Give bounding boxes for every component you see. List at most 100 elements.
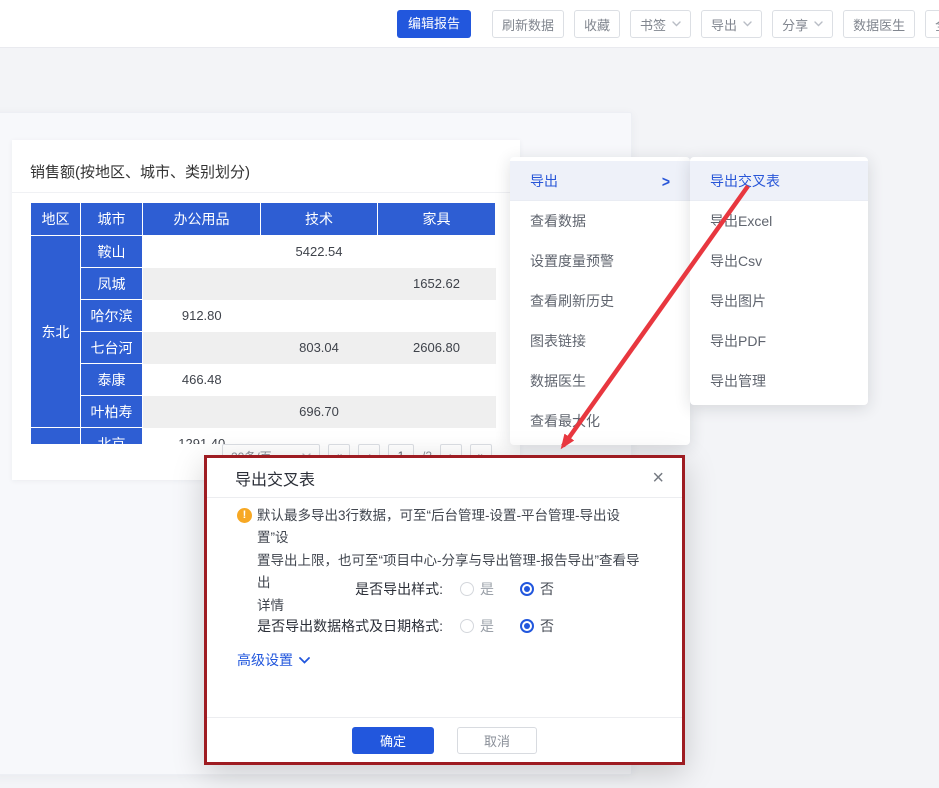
toolbar-button-分享[interactable]: 分享	[772, 10, 833, 38]
table-cell: 696.70	[261, 396, 378, 428]
toolbar-button-label: 书签	[640, 15, 666, 34]
chevron-down-icon	[743, 21, 752, 27]
region-cell	[31, 428, 81, 445]
submenu-item-label: 导出Csv	[710, 251, 762, 271]
city-cell: 北京	[81, 428, 143, 445]
edit-report-button[interactable]: 编辑报告	[397, 10, 471, 38]
menu-item-查看数据[interactable]: 查看数据	[510, 201, 690, 241]
radio-group: 是否	[460, 579, 554, 599]
table-cell	[143, 268, 261, 300]
city-cell: 叶柏寿	[81, 396, 143, 428]
table-cell: 912.80	[143, 300, 261, 332]
column-header: 家具	[378, 203, 496, 236]
option-label: 是否导出样式:	[207, 579, 443, 599]
submenu-item-label: 导出交叉表	[710, 171, 780, 191]
dialog-footer: 确定 取消	[207, 717, 682, 762]
close-icon[interactable]: ×	[652, 468, 664, 488]
table-cell	[378, 300, 496, 332]
card-divider	[12, 192, 520, 193]
radio-group: 是否	[460, 616, 554, 636]
menu-item-查看最大化[interactable]: 查看最大化	[510, 401, 690, 441]
chart-card: 销售额(按地区、城市、类别划分) 地区城市办公用品技术家具东北鞍山5422.54…	[12, 140, 520, 480]
column-header: 技术	[261, 203, 378, 236]
toolbar-button-数据医生[interactable]: 数据医生	[843, 10, 915, 38]
radio-label: 是	[480, 579, 494, 599]
chevron-down-icon	[672, 21, 681, 27]
table-cell	[378, 364, 496, 396]
table-cell: 466.48	[143, 364, 261, 396]
toolbar-button-label: 全屏	[935, 15, 939, 34]
menu-item-label: 图表链接	[530, 331, 586, 351]
menu-item-label: 设置度量预警	[530, 251, 614, 271]
toolbar-button-刷新数据[interactable]: 刷新数据	[492, 10, 564, 38]
toolbar-button-全屏[interactable]: 全屏	[925, 10, 939, 38]
advanced-settings-link[interactable]: 高级设置	[237, 650, 310, 670]
menu-item-图表链接[interactable]: 图表链接	[510, 321, 690, 361]
table-cell	[378, 236, 496, 268]
table-row-partial: 北京1291.40	[31, 428, 496, 445]
toolbar-button-收藏[interactable]: 收藏	[574, 10, 620, 38]
radio-option-是[interactable]: 是	[460, 616, 494, 636]
radio-icon	[520, 582, 534, 596]
menu-item-label: 数据医生	[530, 371, 586, 391]
submenu-item-导出Excel[interactable]: 导出Excel	[690, 201, 868, 241]
table-cell	[261, 300, 378, 332]
menu-item-label: 查看数据	[530, 211, 586, 231]
column-header: 办公用品	[143, 203, 261, 236]
radio-icon	[460, 619, 474, 633]
toolbar-button-导出[interactable]: 导出	[701, 10, 762, 38]
table-cell: 1291.40	[143, 428, 261, 445]
submenu-item-label: 导出图片	[710, 291, 766, 311]
toolbar-button-label: 数据医生	[853, 15, 905, 34]
table-cell: 2606.80	[378, 332, 496, 364]
menu-item-数据医生[interactable]: 数据医生	[510, 361, 690, 401]
city-cell: 七台河	[81, 332, 143, 364]
radio-option-否[interactable]: 否	[520, 579, 554, 599]
menu-item-label: 查看最大化	[530, 411, 600, 431]
radio-label: 是	[480, 616, 494, 636]
submenu-item-label: 导出管理	[710, 371, 766, 391]
table-row: 凤城1652.62	[31, 268, 496, 300]
submenu-item-导出管理[interactable]: 导出管理	[690, 361, 868, 401]
radio-icon	[520, 619, 534, 633]
option-row: 是否导出样式:是否	[207, 578, 554, 600]
table-cell	[378, 396, 496, 428]
table-cell	[261, 364, 378, 396]
radio-option-是[interactable]: 是	[460, 579, 494, 599]
dialog-header: 导出交叉表 ×	[207, 458, 682, 498]
radio-option-否[interactable]: 否	[520, 616, 554, 636]
dialog-title: 导出交叉表	[235, 466, 315, 490]
submenu-item-导出PDF[interactable]: 导出PDF	[690, 321, 868, 361]
submenu-item-导出图片[interactable]: 导出图片	[690, 281, 868, 321]
city-cell: 凤城	[81, 268, 143, 300]
menu-item-查看刷新历史[interactable]: 查看刷新历史	[510, 281, 690, 321]
city-cell: 鞍山	[81, 236, 143, 268]
radio-dot	[524, 623, 530, 629]
crosstab-container: 地区城市办公用品技术家具东北鞍山5422.54凤城1652.62哈尔滨912.8…	[30, 202, 496, 444]
chevron-down-icon	[814, 21, 823, 27]
confirm-button[interactable]: 确定	[352, 727, 434, 754]
submenu-item-导出交叉表[interactable]: 导出交叉表	[690, 161, 868, 201]
option-row: 是否导出数据格式及日期格式:是否	[207, 615, 554, 637]
region-cell: 东北	[31, 236, 81, 428]
table-cell	[143, 396, 261, 428]
table-row: 七台河803.042606.80	[31, 332, 496, 364]
toolbar-button-group: 刷新数据收藏 书签 导出 分享 数据医生 全屏	[492, 10, 939, 38]
app-screen: 编辑报告 刷新数据收藏书签导出分享数据医生全屏 销售额(按地区、城市、类别划分)…	[0, 0, 939, 788]
menu-item-设置度量预警[interactable]: 设置度量预警	[510, 241, 690, 281]
submenu-item-label: 导出Excel	[710, 211, 772, 231]
menu-item-导出[interactable]: 导出>	[510, 161, 690, 201]
toolbar-button-label: 导出	[711, 15, 737, 34]
toolbar-button-书签[interactable]: 书签	[630, 10, 691, 38]
export-crosstab-dialog: 导出交叉表 × ! 默认最多导出3行数据，可至“后台管理-设置-平台管理-导出设…	[204, 455, 685, 765]
warning-message: ! 默认最多导出3行数据，可至“后台管理-设置-平台管理-导出设置”设置导出上限…	[237, 505, 651, 617]
cancel-button[interactable]: 取消	[457, 727, 537, 754]
table-row: 叶柏寿 696.70	[31, 396, 496, 428]
advanced-settings-label: 高级设置	[237, 650, 293, 670]
export-submenu: 导出交叉表导出Excel 导出Csv 导出图片导出PDF 导出管理	[690, 157, 868, 405]
table-cell	[143, 236, 261, 268]
radio-icon	[460, 582, 474, 596]
submenu-item-导出Csv[interactable]: 导出Csv	[690, 241, 868, 281]
radio-dot	[524, 586, 530, 592]
radio-label: 否	[540, 579, 554, 599]
